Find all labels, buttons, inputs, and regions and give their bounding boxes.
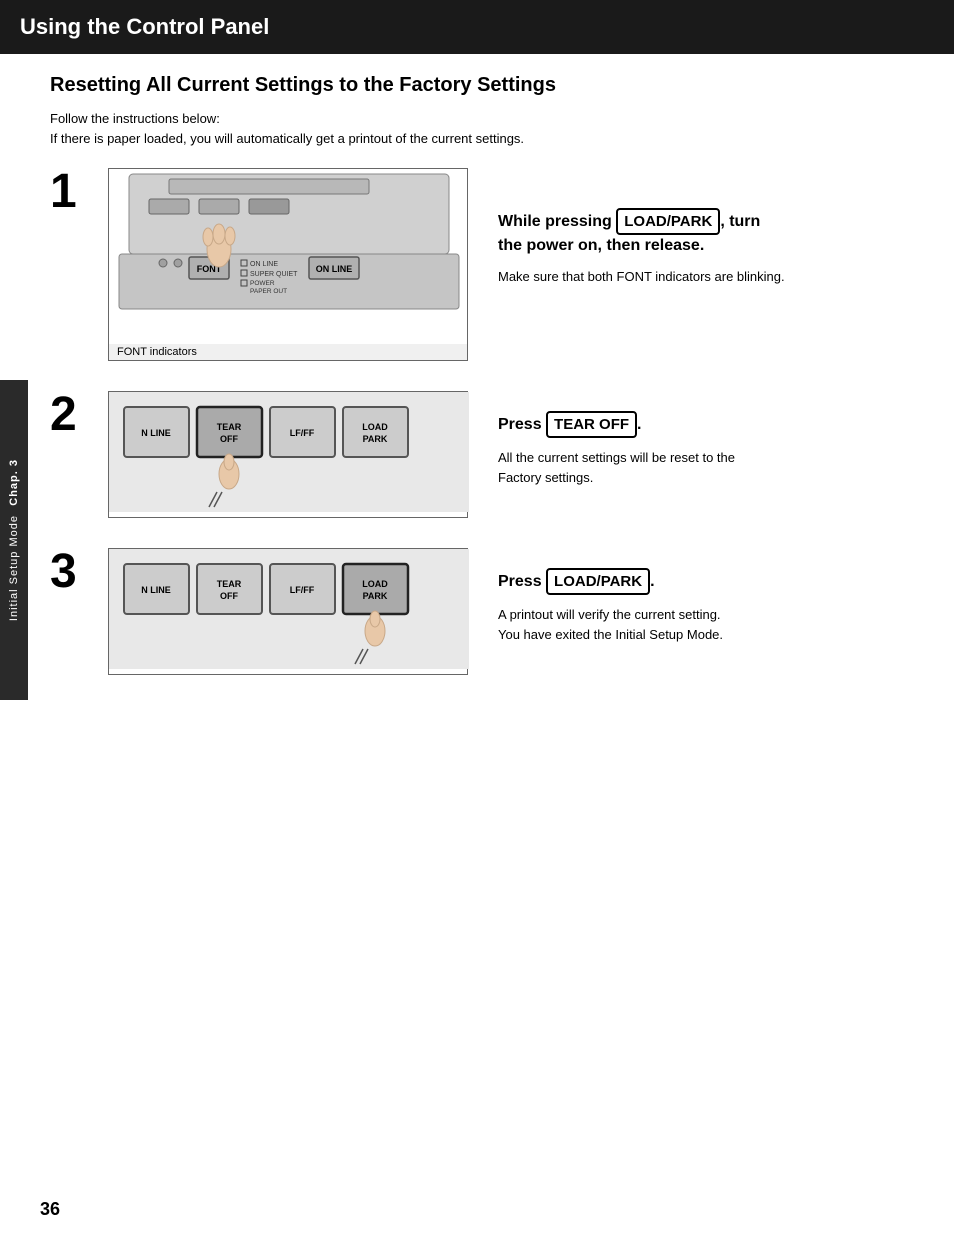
step-3-number: 3 [50, 548, 100, 596]
step-1-instructions: While pressing LOAD/PARK, turn the power… [488, 168, 798, 287]
step-2-diagram: N LINE TEAR OFF LF/FF LOAD PARK [108, 391, 468, 518]
step-2-instructions: Press TEAR OFF. All the current settings… [488, 391, 745, 487]
step-2-main-instruction: Press TEAR OFF. [498, 411, 735, 438]
step-1-sub-text: Make sure that both FONT indicators are … [498, 267, 788, 287]
tear-off-kbd: TEAR OFF [546, 411, 637, 438]
step-3-diagram: N LINE TEAR OFF LF/FF LOAD PARK [108, 548, 468, 675]
step-3-sub-text: A printout will verify the current setti… [498, 605, 723, 644]
svg-text:N LINE: N LINE [141, 585, 171, 595]
load-park-kbd-3: LOAD/PARK [546, 568, 650, 595]
svg-text:ON LINE: ON LINE [250, 261, 278, 268]
mode-label: Initial Setup Mode [8, 515, 20, 621]
printer-illustration: FONT ON LINE SUPER QUIET POWER PAPER OUT… [109, 169, 469, 339]
step-2-left: 2 N LINE TEAR OFF LF/FF [50, 391, 468, 518]
step-2-row: 2 N LINE TEAR OFF LF/FF [50, 391, 914, 518]
step-2-number: 2 [50, 391, 100, 439]
intro-line1: Follow the instructions below: [50, 109, 914, 129]
chap-label: Chap. 3 [8, 459, 20, 506]
svg-text:LF/FF: LF/FF [290, 428, 315, 438]
step-3-left: 3 N LINE TEAR OFF LF/FF [50, 548, 468, 675]
font-indicators-label: FONT indicators [117, 346, 197, 358]
step-1-row: 1 [50, 168, 914, 361]
svg-text:OFF: OFF [220, 591, 238, 601]
step-3-row: 3 N LINE TEAR OFF LF/FF [50, 548, 914, 675]
side-tab: Chap. 3 Initial Setup Mode [0, 380, 28, 700]
keyboard-illustration-3: N LINE TEAR OFF LF/FF LOAD PARK [109, 549, 469, 669]
step-1-number: 1 [50, 168, 100, 216]
step-3-main-instruction: Press LOAD/PARK. [498, 568, 723, 595]
svg-text:SUPER QUIET: SUPER QUIET [250, 271, 298, 278]
page-header: Using the Control Panel [0, 0, 954, 54]
load-park-kbd-1: LOAD/PARK [616, 208, 720, 235]
svg-text:LOAD: LOAD [362, 422, 388, 432]
svg-text:ON LINE: ON LINE [316, 264, 353, 274]
intro-line2: If there is paper loaded, you will autom… [50, 129, 914, 149]
intro-text: Follow the instructions below: If there … [50, 109, 914, 148]
svg-text:LOAD: LOAD [362, 579, 388, 589]
svg-text:N LINE: N LINE [141, 428, 171, 438]
diagram1-labels: FONT indicators [109, 344, 467, 360]
svg-text:PARK: PARK [363, 591, 388, 601]
svg-text:PAPER OUT: PAPER OUT [250, 288, 287, 295]
svg-text:TEAR: TEAR [217, 422, 242, 432]
svg-text:PARK: PARK [363, 434, 388, 444]
step-3-instructions: Press LOAD/PARK. A printout will verify … [488, 548, 733, 644]
svg-text:LF/FF: LF/FF [290, 585, 315, 595]
step-1-left: 1 [50, 168, 468, 361]
page-number: 36 [40, 1199, 60, 1220]
main-content: Resetting All Current Settings to the Fa… [0, 54, 954, 725]
header-title: Using the Control Panel [20, 14, 269, 39]
keyboard-illustration-2: N LINE TEAR OFF LF/FF LOAD PARK [109, 392, 469, 512]
svg-text:POWER: POWER [250, 280, 275, 287]
step-1-diagram: FONT ON LINE SUPER QUIET POWER PAPER OUT… [108, 168, 468, 361]
svg-text:TEAR: TEAR [217, 579, 242, 589]
svg-text:OFF: OFF [220, 434, 238, 444]
page-title: Resetting All Current Settings to the Fa… [50, 74, 914, 97]
step-1-main-instruction: While pressing LOAD/PARK, turn the power… [498, 208, 788, 257]
step-2-sub-text: All the current settings will be reset t… [498, 448, 735, 487]
